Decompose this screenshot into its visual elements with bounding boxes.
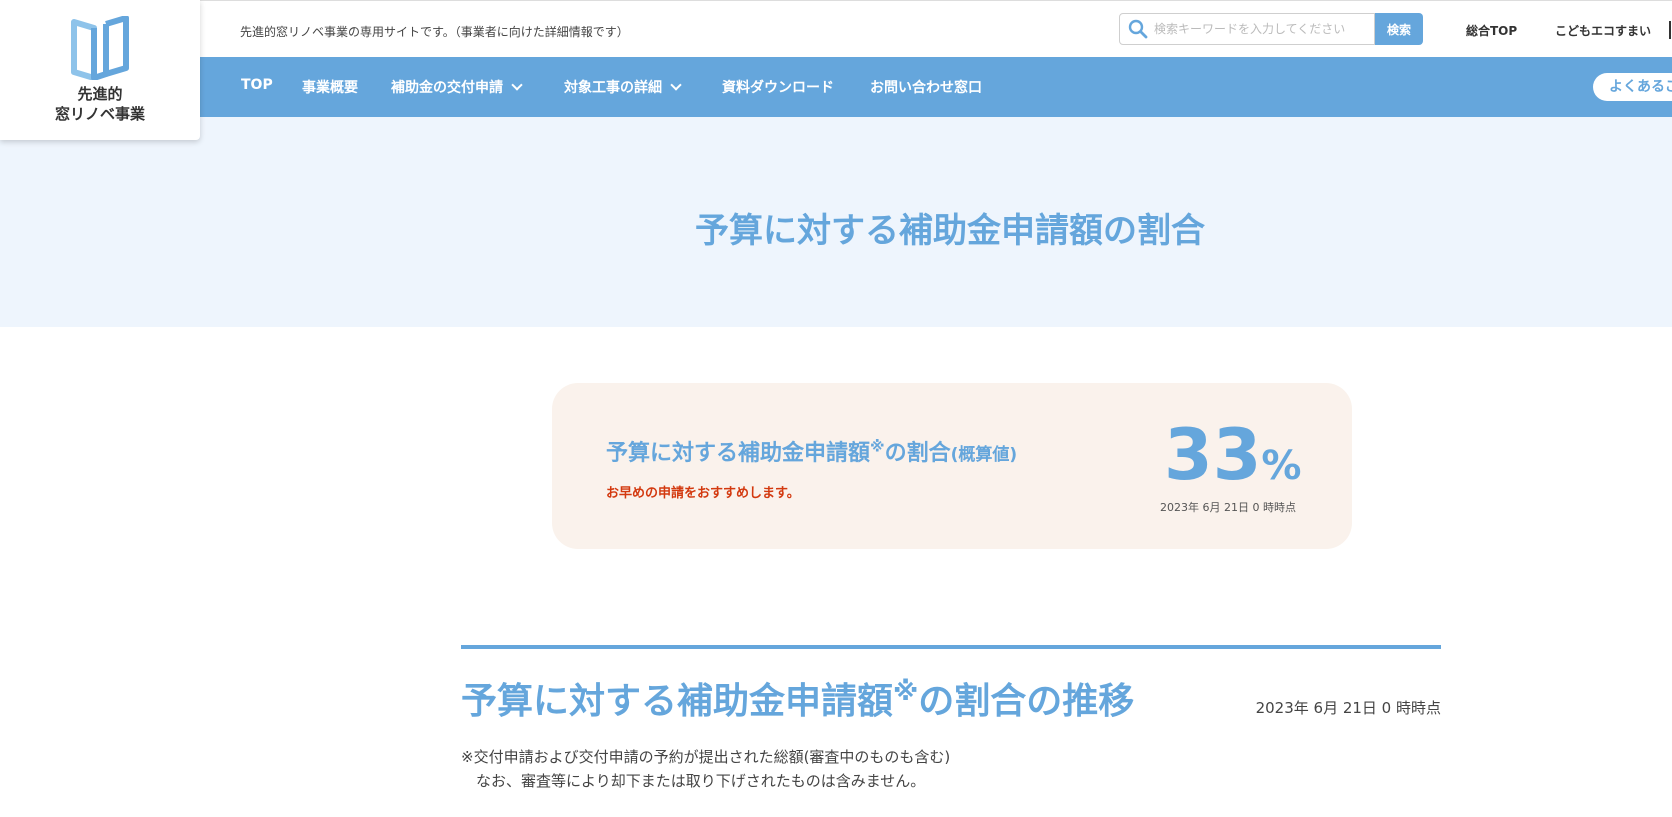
- link-general-top[interactable]: 総合TOP: [1466, 22, 1517, 39]
- ratio-timestamp: 2023年 6月 21日 0 時時点: [1160, 501, 1296, 514]
- nav-item-top[interactable]: TOP: [241, 77, 273, 93]
- page-title: 予算に対する補助金申請額の割合: [695, 211, 1205, 251]
- chevron-down-icon: [670, 79, 682, 91]
- hero-banner: 予算に対する補助金申請額の割合: [0, 117, 1672, 327]
- nav-item-works[interactable]: 対象工事の詳細: [564, 77, 682, 97]
- footnote-line-2: なお、審査等により却下または取り下げされたものは含みません。: [461, 772, 926, 790]
- top-bar: 先進的窓リノベ事業の専用サイトです。（事業者に向けた詳細情報です） 検索 総合T…: [0, 0, 1672, 58]
- nav-item-overview[interactable]: 事業概要: [302, 77, 358, 97]
- ratio-unit: %: [1261, 443, 1302, 489]
- window-logo-icon: [71, 16, 129, 80]
- trend-heading-main: 予算に対する補助金申請額: [461, 681, 894, 722]
- footnote-mark: ※: [870, 437, 885, 456]
- trend-heading: 予算に対する補助金申請額※の割合の推移: [461, 672, 1134, 724]
- nav-item-label: お問い合わせ窓口: [870, 80, 982, 96]
- utility-divider: [1669, 21, 1671, 39]
- search-button[interactable]: 検索: [1375, 13, 1423, 45]
- nav-item-label: 対象工事の詳細: [564, 80, 662, 96]
- main-nav: TOP 事業概要 補助金の交付申請 対象工事の詳細 資料ダウンロード お問い合わ…: [0, 57, 1672, 117]
- site-tagline: 先進的窓リノベ事業の専用サイトです。（事業者に向けた詳細情報です）: [240, 25, 629, 39]
- logo-line-1: 先進的: [77, 85, 123, 103]
- ratio-title-main: 予算に対する補助金申請額: [606, 441, 871, 466]
- nav-item-contact[interactable]: お問い合わせ窓口: [870, 77, 982, 97]
- trend-timestamp: 2023年 6月 21日 0 時時点: [1255, 699, 1441, 717]
- link-kodomo-eco[interactable]: こどもエコすまい: [1555, 22, 1651, 39]
- nav-item-label: 補助金の交付申請: [391, 80, 503, 96]
- footnote-line-1: ※交付申請および交付申請の予約が提出された総額(審査中のものも含む): [461, 748, 951, 766]
- logo-text: 先進的 窓リノベ事業: [0, 84, 200, 124]
- nav-item-downloads[interactable]: 資料ダウンロード: [722, 77, 834, 97]
- ratio-number: 33: [1164, 414, 1262, 496]
- search-box[interactable]: [1119, 13, 1375, 45]
- search-input[interactable]: [1154, 14, 1370, 44]
- ratio-value: 33%: [1164, 415, 1302, 506]
- ratio-notice: お早めの申請をおすすめします。: [606, 486, 800, 501]
- nav-item-application[interactable]: 補助金の交付申請: [391, 77, 523, 97]
- site-logo[interactable]: 先進的 窓リノベ事業: [0, 0, 200, 140]
- chevron-down-icon: [511, 79, 523, 91]
- logo-line-2: 窓リノベ事業: [54, 105, 145, 123]
- faq-button[interactable]: よくあるご質問: [1593, 73, 1672, 101]
- ratio-title: 予算に対する補助金申請額※の割合(概算値): [606, 435, 1017, 467]
- search-icon: [1128, 19, 1148, 39]
- section-divider: [461, 645, 1441, 649]
- ratio-card: 予算に対する補助金申請額※の割合(概算値) お早めの申請をおすすめします。 33…: [552, 383, 1352, 549]
- nav-item-label: 資料ダウンロード: [722, 80, 834, 96]
- footnote-mark: ※: [893, 677, 919, 707]
- trend-footnote: ※交付申請および交付申請の予約が提出された総額(審査中のものも含む) なお、審査…: [461, 745, 950, 793]
- nav-item-label: TOP: [241, 77, 273, 93]
- ratio-title-tail: の割合: [884, 441, 951, 466]
- nav-item-label: 事業概要: [302, 80, 358, 96]
- ratio-title-paren: (概算値): [950, 445, 1018, 465]
